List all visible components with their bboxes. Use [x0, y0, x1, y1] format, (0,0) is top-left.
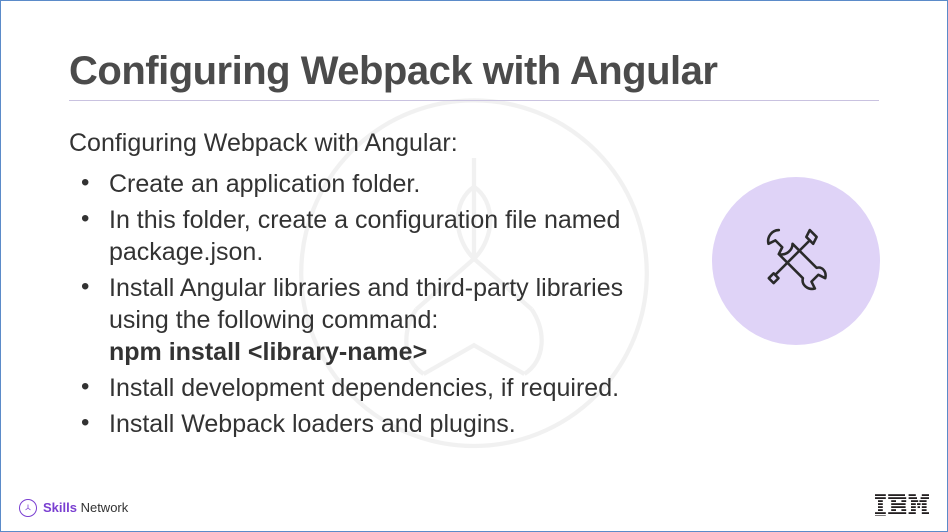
ibm-logo — [875, 494, 929, 521]
tools-icon — [712, 177, 880, 345]
bullet-list: Create an application folder. In this fo… — [69, 168, 649, 440]
list-item: Install Angular libraries and third-part… — [81, 272, 649, 368]
skills-text: Skills Network — [43, 500, 128, 515]
slide-content: Configuring Webpack with Angular Configu… — [1, 1, 947, 531]
page-title: Configuring Webpack with Angular — [69, 49, 879, 101]
intro-text: Configuring Webpack with Angular: — [69, 129, 649, 158]
icon-column — [711, 129, 881, 345]
list-item: Install Webpack loaders and plugins. — [81, 408, 649, 440]
skills-network-logo: Skills Network — [19, 499, 128, 517]
list-item: In this folder, create a configuration f… — [81, 204, 649, 268]
list-item: Install development dependencies, if req… — [81, 372, 649, 404]
footer: Skills Network — [19, 494, 929, 521]
skills-badge-icon — [19, 499, 37, 517]
list-item: Create an application folder. — [81, 168, 649, 200]
text-column: Configuring Webpack with Angular: Create… — [69, 129, 649, 444]
content-row: Configuring Webpack with Angular: Create… — [69, 129, 879, 444]
command-text: npm install <library-name> — [109, 336, 649, 368]
